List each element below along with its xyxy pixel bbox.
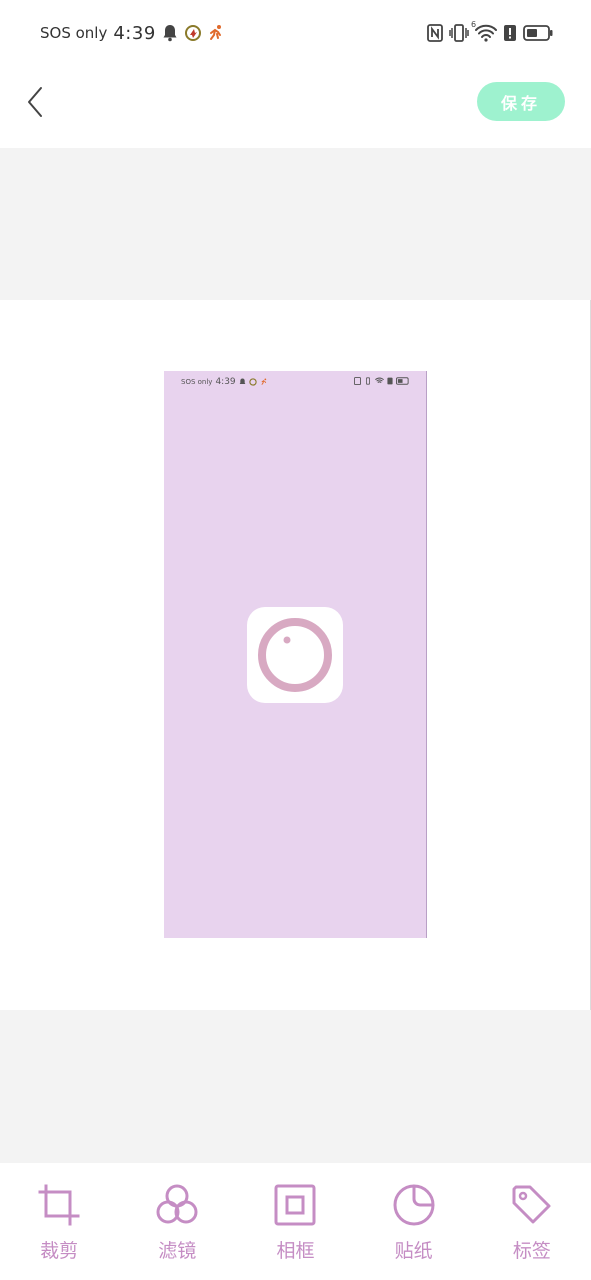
tool-sticker[interactable]: 贴纸	[355, 1163, 473, 1280]
bell-icon	[162, 24, 178, 42]
preview-status-right	[354, 377, 410, 385]
tool-frame[interactable]: 相框	[236, 1163, 354, 1280]
preview-status-left: SOS only 4:39	[181, 377, 268, 387]
status-time: 4:39	[113, 22, 156, 44]
tool-label-filter: 滤镜	[158, 1240, 197, 1262]
sos-text: SOS only	[40, 24, 108, 42]
battery-icon	[523, 25, 553, 41]
camera-ring-icon	[255, 615, 335, 695]
edited-image-preview[interactable]: SOS only 4:39	[164, 371, 427, 938]
preview-status-bar: SOS only 4:39	[164, 377, 426, 389]
nfc-icon	[427, 24, 443, 42]
preview-vibrate-icon	[364, 377, 372, 385]
app-notification-icon	[184, 24, 202, 42]
app-icon-tile	[247, 607, 343, 703]
wifi-generation-label: 6	[471, 20, 477, 29]
sticker-icon	[392, 1183, 436, 1227]
filter-icon	[155, 1183, 199, 1227]
runner-icon	[208, 24, 224, 42]
preview-wifi-icon	[375, 377, 384, 385]
frame-icon	[273, 1183, 317, 1227]
preview-runner-icon	[260, 378, 268, 386]
preview-app-notification-icon	[248, 378, 257, 386]
canvas-padding-top	[0, 148, 591, 300]
preview-bell-icon	[239, 378, 246, 386]
tool-tag[interactable]: 标签	[473, 1163, 591, 1280]
vibrate-icon	[449, 24, 469, 42]
back-button[interactable]	[18, 80, 52, 124]
tool-label-sticker: 贴纸	[394, 1240, 433, 1262]
top-bar: 保存	[0, 66, 591, 148]
status-bar-left: SOS only 4:39	[40, 20, 224, 46]
tool-crop[interactable]: 裁剪	[0, 1163, 118, 1280]
tool-label-crop: 裁剪	[40, 1240, 79, 1262]
edit-toolbar: 裁剪 滤镜 相框 贴纸 标签	[0, 1163, 591, 1280]
tool-filter[interactable]: 滤镜	[118, 1163, 236, 1280]
preview-sos-text: SOS only	[181, 378, 213, 386]
tag-icon	[510, 1183, 554, 1227]
preview-alert-icon	[387, 377, 393, 385]
status-bar-right: 6	[427, 20, 553, 46]
save-button[interactable]: 保存	[477, 82, 565, 121]
preview-nfc-icon	[354, 377, 361, 385]
tool-label-frame: 相框	[276, 1240, 315, 1262]
canvas-padding-bottom	[0, 1010, 591, 1163]
chevron-left-icon	[26, 86, 44, 118]
wifi-icon: 6	[471, 20, 497, 42]
preview-battery-icon	[396, 377, 410, 385]
crop-icon	[37, 1183, 81, 1227]
alert-icon	[503, 24, 517, 42]
tool-label-tag: 标签	[512, 1240, 551, 1262]
preview-time: 4:39	[215, 377, 236, 387]
status-bar: SOS only 4:39 6	[0, 0, 591, 66]
